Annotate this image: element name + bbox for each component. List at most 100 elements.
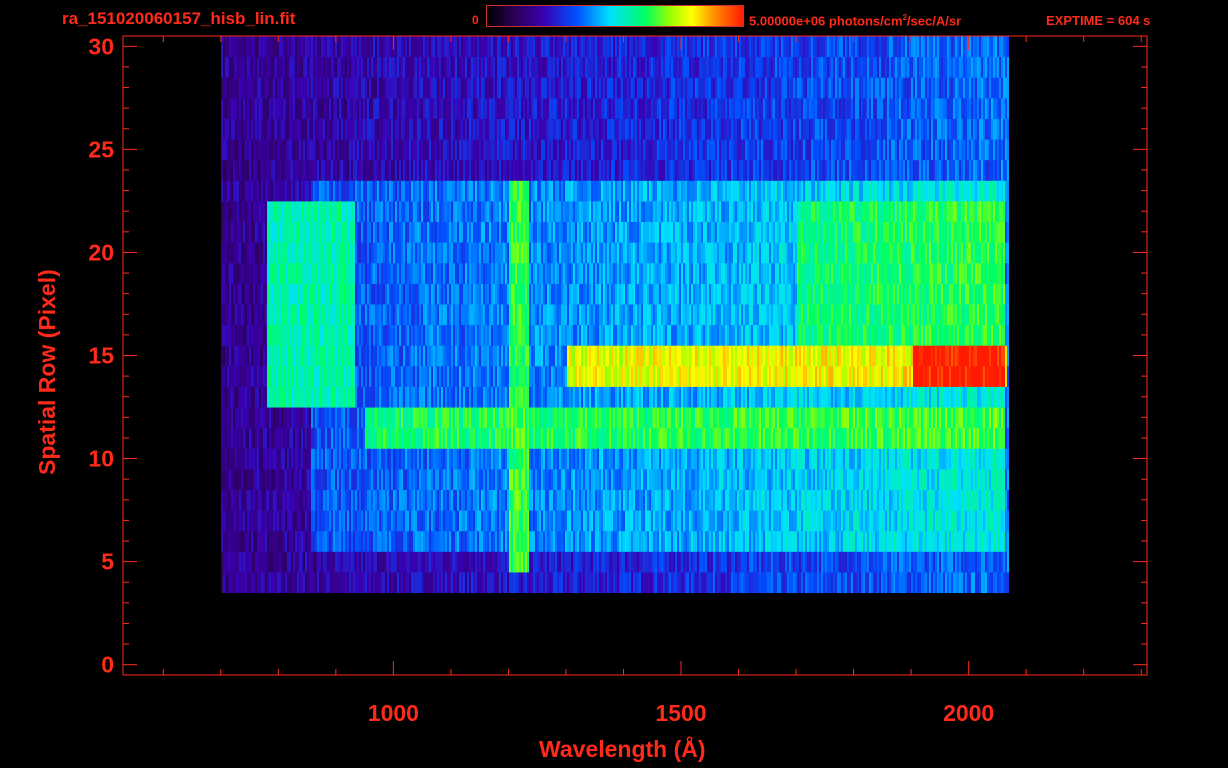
heatmap-cell xyxy=(901,489,903,511)
heatmap-cell xyxy=(649,551,651,573)
heatmap-cell xyxy=(323,386,325,408)
heatmap-cell xyxy=(605,427,607,449)
heatmap-cell xyxy=(293,365,295,387)
heatmap-cell xyxy=(819,571,821,594)
heatmap-cell xyxy=(463,571,465,594)
heatmap-cell xyxy=(317,386,319,408)
heatmap-cell xyxy=(939,386,941,408)
heatmap-cell xyxy=(355,324,357,346)
heatmap-cell xyxy=(357,551,359,573)
heatmap-cell xyxy=(811,510,813,532)
heatmap-cell xyxy=(975,427,977,449)
heatmap-cell xyxy=(499,551,501,573)
heatmap-cell xyxy=(797,407,799,429)
heatmap-cell xyxy=(223,571,225,594)
heatmap-cell xyxy=(983,468,985,490)
heatmap-cell xyxy=(879,530,881,552)
heatmap-cell xyxy=(407,530,409,552)
heatmap-cell xyxy=(793,489,795,511)
heatmap-cell xyxy=(949,510,951,532)
heatmap-cell xyxy=(873,468,875,490)
heatmap-cell xyxy=(347,468,349,490)
heatmap-cell xyxy=(339,551,341,573)
heatmap-cell xyxy=(587,324,589,346)
heatmap-cell xyxy=(491,489,493,511)
heatmap-cell xyxy=(985,530,987,552)
heatmap-cell xyxy=(507,407,509,429)
heatmap-cell xyxy=(469,510,471,532)
heatmap-cell xyxy=(591,468,593,490)
heatmap-cell xyxy=(245,530,247,552)
heatmap-cell xyxy=(303,489,305,511)
heatmap-cell xyxy=(973,489,975,511)
heatmap-cell xyxy=(499,571,501,594)
heatmap-cell xyxy=(789,530,791,552)
heatmap-cell xyxy=(379,386,381,408)
heatmap-cell xyxy=(971,386,973,408)
heatmap-cell xyxy=(817,407,819,429)
heatmap-cell xyxy=(547,571,549,594)
heatmap-cell xyxy=(653,324,655,346)
heatmap-cell xyxy=(535,530,537,552)
heatmap-cell xyxy=(221,345,223,367)
heatmap-cell xyxy=(231,510,233,532)
heatmap-cell xyxy=(599,448,601,470)
heatmap-cell xyxy=(951,448,953,470)
heatmap-cell xyxy=(513,571,515,594)
heatmap-cell xyxy=(539,489,541,511)
heatmap-cell xyxy=(627,407,629,429)
heatmap-cell xyxy=(339,510,341,532)
heatmap-cell xyxy=(235,345,237,367)
heatmap-cell xyxy=(867,427,869,449)
heatmap-cell xyxy=(437,427,439,449)
heatmap-cell xyxy=(821,365,823,387)
heatmap-cell xyxy=(855,468,857,490)
heatmap-cell xyxy=(311,468,313,490)
heatmap-cell xyxy=(441,530,443,552)
heatmap-cell xyxy=(929,530,931,552)
heatmap-cell xyxy=(447,448,449,470)
heatmap-image xyxy=(221,36,1009,594)
heatmap-cell xyxy=(575,468,577,490)
heatmap-cell xyxy=(815,510,817,532)
heatmap-cell xyxy=(453,324,455,346)
heatmap-cell xyxy=(445,530,447,552)
heatmap-cell xyxy=(929,345,931,367)
heatmap-cell xyxy=(687,489,689,511)
heatmap-cell xyxy=(727,489,729,511)
heatmap-cell xyxy=(897,407,899,429)
heatmap-cell xyxy=(335,407,337,429)
heatmap-cell xyxy=(591,324,593,346)
heatmap-cell xyxy=(643,407,645,429)
heatmap-cell xyxy=(271,407,273,429)
heatmap-cell xyxy=(559,427,561,449)
heatmap-cell xyxy=(707,427,709,449)
heatmap-cell xyxy=(767,365,769,387)
heatmap-cell xyxy=(999,345,1001,367)
heatmap-cell xyxy=(227,365,229,387)
heatmap-cell xyxy=(625,468,627,490)
heatmap-cell xyxy=(869,365,871,387)
heatmap-cell xyxy=(655,386,657,408)
heatmap-cell xyxy=(273,510,275,532)
heatmap-cell xyxy=(413,468,415,490)
heatmap-cell xyxy=(403,365,405,387)
heatmap-cell xyxy=(917,345,919,367)
heatmap-cell xyxy=(1005,468,1007,490)
heatmap-cell xyxy=(293,427,295,449)
heatmap-cell xyxy=(609,386,611,408)
heatmap-cell xyxy=(671,468,673,490)
heatmap-cell xyxy=(393,448,395,470)
heatmap-cell xyxy=(977,468,979,490)
heatmap-cell xyxy=(941,468,943,490)
heatmap-cell xyxy=(369,407,371,429)
heatmap-cell xyxy=(319,510,321,532)
heatmap-cell xyxy=(313,365,315,387)
heatmap-cell xyxy=(551,551,553,573)
heatmap-cell xyxy=(431,489,433,511)
heatmap-cell xyxy=(747,345,749,367)
heatmap-cell xyxy=(441,365,443,387)
heatmap-cell xyxy=(735,345,737,367)
heatmap-cell xyxy=(465,571,467,594)
heatmap-cell xyxy=(855,551,857,573)
